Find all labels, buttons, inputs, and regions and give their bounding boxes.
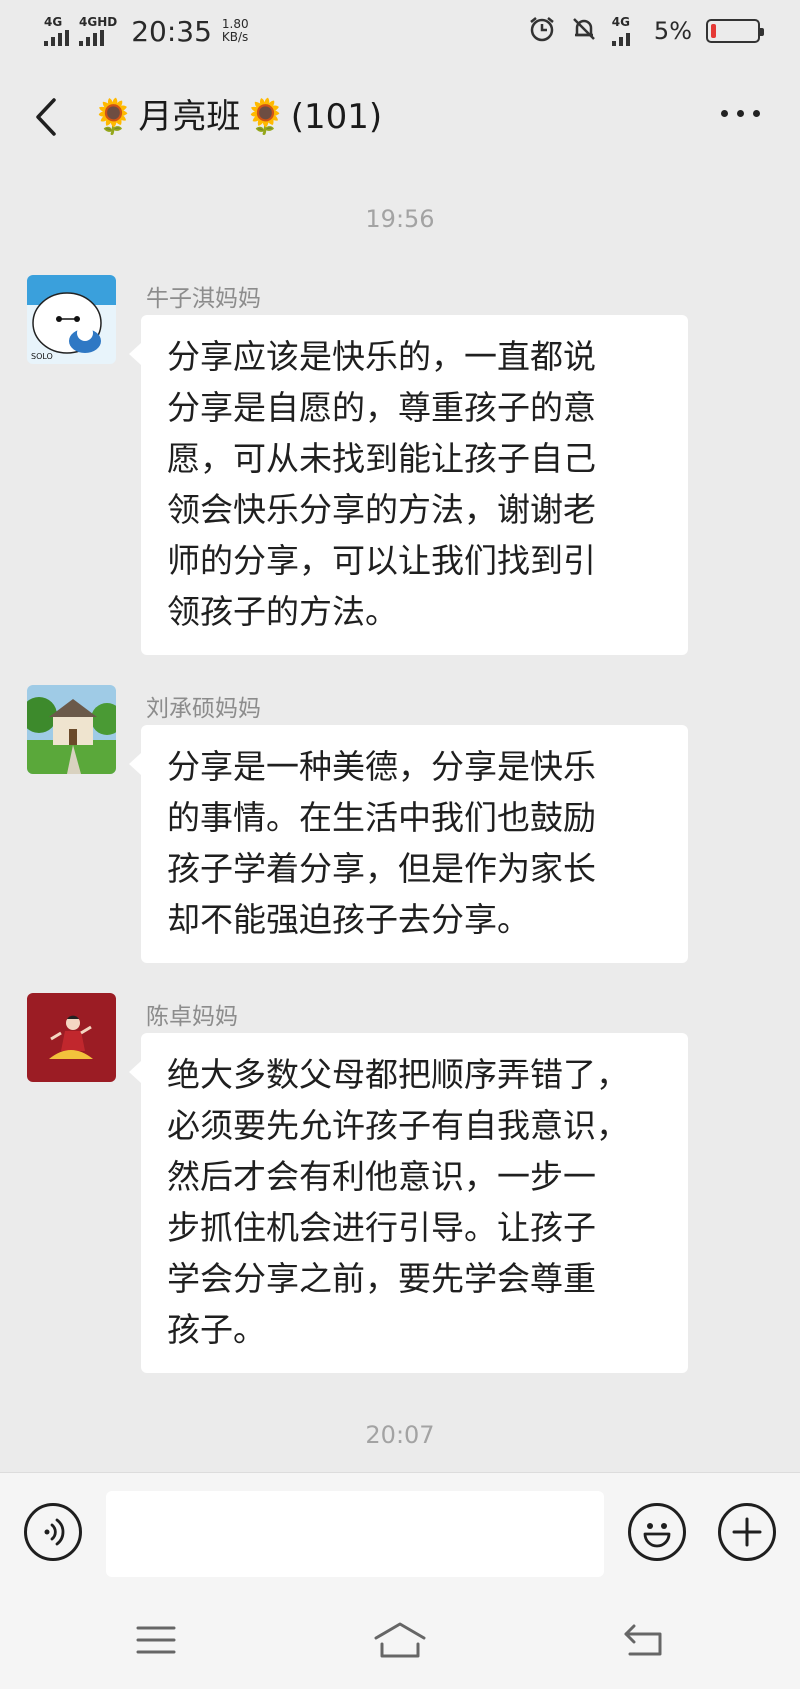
chat-timestamp: 19:56: [365, 205, 435, 233]
voice-icon: [44, 1518, 65, 1546]
menu-button[interactable]: [126, 1610, 186, 1670]
avatar[interactable]: [27, 685, 116, 774]
sender-name: 刘承硕妈妈: [146, 696, 261, 722]
chat-input-bar: [0, 1472, 800, 1590]
alarm-icon: [528, 15, 556, 47]
status-bar: 4G 4GHD 20:35 1.80 KB/s 4G 5%: [0, 0, 800, 62]
emoji-button[interactable]: [628, 1503, 686, 1561]
network-type-label: 4GHD: [79, 15, 118, 29]
battery-percent: 5%: [653, 17, 692, 45]
add-button[interactable]: [718, 1503, 776, 1561]
message-input[interactable]: [106, 1491, 604, 1577]
system-nav-bar: [0, 1590, 800, 1689]
ellipsis-dot: [753, 110, 760, 117]
chevron-left-icon: [36, 98, 56, 136]
sunflower-icon: 🌻: [92, 97, 135, 137]
home-icon: [374, 1622, 426, 1658]
signal-sim1: 4G: [44, 16, 69, 46]
mute-icon: [570, 15, 598, 47]
back-button[interactable]: [28, 92, 68, 142]
avatar[interactable]: SOLO: [27, 275, 116, 364]
status-time: 20:35: [131, 14, 212, 48]
battery-level: [711, 24, 717, 38]
speed-unit: KB/s: [221, 30, 249, 44]
member-count: (101): [290, 97, 383, 137]
ellipsis-icon: [721, 110, 728, 117]
message-bubble[interactable]: 分享是一种美德，分享是快乐 的事情。在生活中我们也鼓励 孩子学着分享，但是作为家…: [129, 725, 688, 963]
signal-bars-icon: [611, 30, 630, 46]
sunflower-icon: 🌻: [244, 97, 287, 137]
svg-text:SOLO: SOLO: [31, 352, 53, 361]
more-button[interactable]: [721, 110, 760, 117]
voice-button[interactable]: [24, 1503, 82, 1561]
chat-header: 🌻 月亮班 🌻 (101): [0, 72, 800, 162]
chat-title[interactable]: 🌻 月亮班 🌻 (101): [92, 92, 382, 142]
menu-icon: [136, 1626, 176, 1654]
home-button[interactable]: [370, 1610, 430, 1670]
avatar[interactable]: [27, 993, 116, 1082]
battery-icon: [706, 19, 764, 43]
signal-bars-icon: [79, 30, 104, 46]
baymax-avatar-icon: SOLO: [27, 275, 116, 364]
network-speed: 1.80 KB/s: [222, 18, 249, 44]
back-icon: [624, 1624, 662, 1656]
house-avatar-icon: [27, 685, 116, 774]
message-bubble[interactable]: 分享应该是快乐的，一直都说 分享是自愿的，尊重孩子的意 愿，可从未找到能让孩子自…: [129, 315, 688, 655]
signal-4g: 4G: [611, 15, 630, 46]
sender-name: 陈卓妈妈: [146, 1004, 238, 1030]
girl-avatar-icon: [27, 993, 116, 1082]
plus-icon: [732, 1517, 762, 1547]
back-nav-button[interactable]: [614, 1610, 674, 1670]
signal-bars-icon: [44, 30, 69, 46]
group-name: 月亮班: [138, 97, 241, 137]
ellipsis-dot: [737, 110, 744, 117]
emoji-icon: [643, 1523, 671, 1548]
sender-name: 牛子淇妈妈: [146, 286, 261, 312]
network-type-label: 4G: [611, 15, 630, 29]
chat-timestamp: 20:07: [365, 1421, 435, 1449]
message-bubble[interactable]: 绝大多数父母都把顺序弄错了， 必须要先允许孩子有自我意识， 然后才会有利他意识，…: [129, 1033, 688, 1373]
signal-sim2: 4GHD: [79, 16, 117, 46]
network-type-label: 4G: [44, 15, 63, 29]
